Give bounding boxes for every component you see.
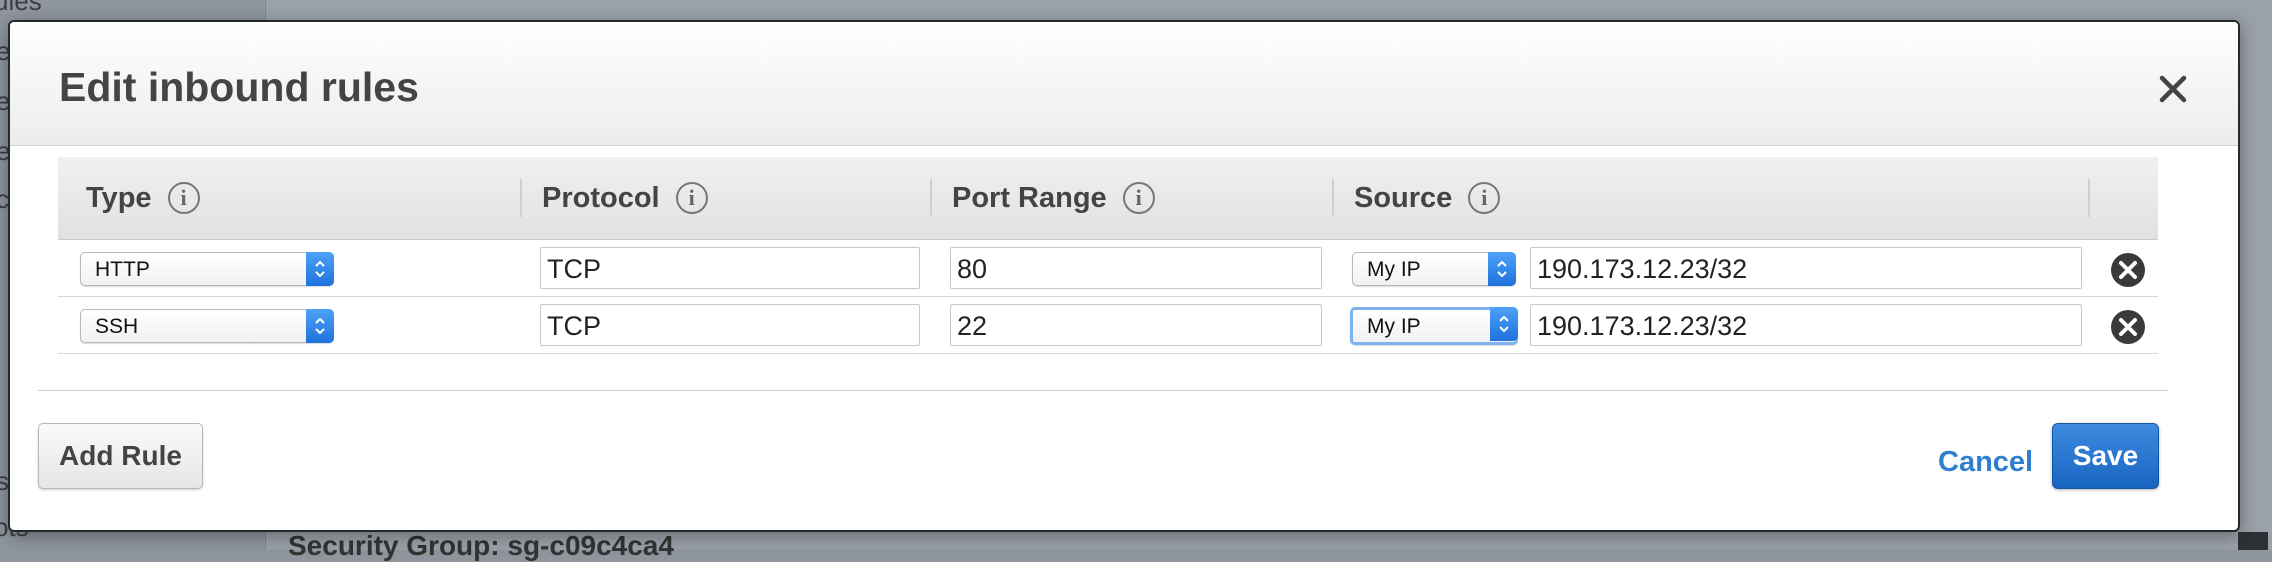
info-icon[interactable]: i (1468, 182, 1501, 214)
chevron-updown-icon (1490, 307, 1518, 341)
port-range-input[interactable]: 80 (950, 247, 1322, 289)
chevron-updown-icon (306, 252, 334, 286)
remove-rule-icon[interactable] (2110, 309, 2146, 345)
protocol-field[interactable]: TCP (540, 247, 920, 289)
column-header-label: Protocol (542, 181, 660, 214)
type-select[interactable]: HTTP (80, 252, 334, 286)
edit-inbound-rules-dialog: Edit inbound rules Type i Protocol i Por… (8, 20, 2240, 532)
add-rule-button[interactable]: Add Rule (38, 423, 203, 489)
sidebar-fragment: ules (0, 0, 42, 16)
close-icon[interactable] (2148, 64, 2198, 114)
chevron-updown-icon (1488, 252, 1516, 286)
column-header-label: Port Range (952, 181, 1107, 214)
column-header-source: Source i (1354, 157, 1501, 239)
remove-rule-icon[interactable] (2110, 252, 2146, 288)
info-icon[interactable]: i (675, 182, 708, 214)
table-row: SSH TCP 22 My IP 190.173.12.23/32 (58, 297, 2158, 354)
source-select[interactable]: My IP (1350, 307, 1518, 345)
chevron-updown-icon (306, 309, 334, 343)
table-row: HTTP TCP 80 My IP 190.173.12.23/32 (58, 240, 2158, 297)
column-header-label: Source (1354, 181, 1453, 214)
source-select[interactable]: My IP (1352, 252, 1516, 286)
port-range-input[interactable]: 22 (950, 304, 1322, 346)
column-header-protocol: Protocol i (542, 157, 708, 239)
background-corner (2238, 532, 2268, 550)
table-header: Type i Protocol i Port Range i Source i (58, 157, 2158, 240)
protocol-field[interactable]: TCP (540, 304, 920, 346)
column-divider (1332, 179, 1334, 217)
column-divider (930, 179, 932, 217)
dialog-title: Edit inbound rules (59, 64, 419, 110)
footer-divider (38, 390, 2168, 391)
save-button[interactable]: Save (2052, 423, 2159, 489)
dialog-header: Edit inbound rules (10, 22, 2238, 146)
source-cidr-input[interactable]: 190.173.12.23/32 (1530, 247, 2082, 289)
rules-table: Type i Protocol i Port Range i Source i (58, 157, 2158, 354)
cancel-button[interactable]: Cancel (1938, 446, 2033, 479)
source-select-value: My IP (1367, 315, 1421, 338)
column-header-label: Type (86, 181, 152, 214)
info-icon[interactable]: i (167, 182, 200, 214)
info-icon[interactable]: i (1122, 182, 1155, 214)
type-select-value: SSH (95, 315, 139, 338)
column-header-port-range: Port Range i (952, 157, 1155, 239)
column-divider (520, 179, 522, 217)
source-cidr-input[interactable]: 190.173.12.23/32 (1530, 304, 2082, 346)
type-select-value: HTTP (95, 258, 150, 281)
source-select-value: My IP (1367, 258, 1421, 281)
column-header-type: Type i (86, 157, 200, 239)
type-select[interactable]: SSH (80, 309, 334, 343)
security-group-heading: Security Group: sg-c09c4ca4 (288, 530, 674, 561)
column-divider (2088, 179, 2090, 217)
